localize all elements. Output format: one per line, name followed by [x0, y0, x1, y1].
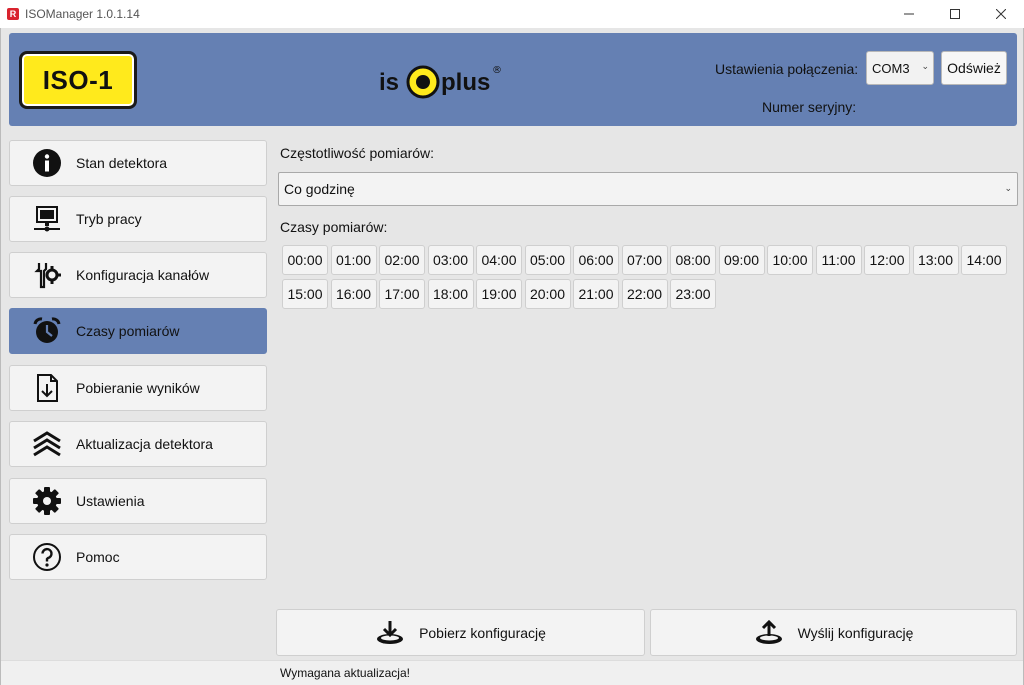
time-button[interactable]: 20:00 — [524, 279, 571, 309]
time-button[interactable]: 05:00 — [524, 245, 571, 275]
logo-right-text: plus — [441, 69, 490, 96]
sidebar-item-channel-config[interactable]: Konfiguracja kanałów — [9, 252, 267, 298]
logo-registered-mark: ® — [492, 65, 502, 76]
frequency-label: Częstotliwość pomiarów: — [280, 145, 435, 161]
header-panel: ISO-1 is plus ® Ustawienia połączenia: C… — [9, 33, 1017, 126]
time-button[interactable]: 10:00 — [767, 245, 813, 275]
time-button[interactable]: 08:00 — [670, 245, 716, 275]
chevron-down-icon: ⌄ — [1004, 183, 1012, 193]
chevrons-up-icon — [32, 429, 62, 459]
download-icon — [375, 620, 405, 646]
logo-left-text: is — [379, 69, 399, 96]
sidebar-item-help[interactable]: Pomoc — [9, 534, 267, 580]
time-button[interactable]: 22:00 — [621, 279, 668, 309]
sidebar-item-settings[interactable]: Ustawienia — [9, 478, 267, 524]
window-title: ISOManager 1.0.1.14 — [25, 7, 140, 21]
sidebar-item-detector-update[interactable]: Aktualizacja detektora — [9, 421, 267, 467]
info-icon — [32, 148, 62, 178]
maximize-icon — [950, 9, 960, 19]
device-badge: ISO-1 — [19, 51, 137, 109]
tools-icon — [32, 260, 62, 290]
sidebar-item-measurement-times[interactable]: Czasy pomiarów — [9, 308, 267, 354]
app-icon: R — [7, 8, 19, 20]
sidebar-item-label: Pobieranie wyników — [76, 380, 200, 396]
com-port-select[interactable]: COM3 ⌄ — [866, 51, 934, 85]
frequency-value: Co godzinę — [284, 181, 355, 197]
sidebar-item-label: Ustawienia — [76, 493, 145, 509]
title-bar: R ISOManager 1.0.1.14 — [0, 0, 1024, 28]
upload-icon — [754, 619, 784, 646]
time-button[interactable]: 07:00 — [621, 245, 668, 275]
time-button[interactable]: 11:00 — [815, 245, 862, 275]
download-config-button[interactable]: Pobierz konfigurację — [276, 609, 645, 656]
time-button[interactable]: 02:00 — [379, 245, 425, 275]
time-button[interactable]: 03:00 — [427, 245, 474, 275]
upload-config-label: Wyślij konfigurację — [797, 624, 914, 641]
sidebar-item-label: Konfiguracja kanałów — [76, 267, 210, 283]
logo-dot — [416, 75, 430, 89]
sidebar-item-label: Tryb pracy — [76, 211, 142, 227]
help-icon — [32, 542, 62, 572]
sidebar-item-label: Czasy pomiarów — [76, 323, 180, 339]
frequency-select[interactable]: Co godzinę ⌄ — [278, 172, 1018, 206]
sidebar-item-label: Stan detektora — [76, 155, 168, 171]
sidebar-item-work-mode[interactable]: Tryb pracy — [9, 196, 267, 242]
maximize-button[interactable] — [932, 0, 978, 28]
time-button[interactable]: 06:00 — [573, 245, 619, 275]
status-text: Wymagana aktualizacja! — [280, 666, 410, 680]
com-port-value: COM3 — [872, 60, 910, 76]
refresh-button[interactable]: Odśwież — [941, 51, 1007, 85]
sidebar-item-label: Pomoc — [76, 549, 120, 565]
time-button[interactable]: 04:00 — [476, 245, 522, 275]
sidebar-item-detector-status[interactable]: Stan detektora — [9, 140, 267, 186]
time-button[interactable]: 13:00 — [912, 245, 959, 275]
time-button[interactable]: 16:00 — [330, 279, 377, 309]
connection-settings-label: Ustawienia połączenia: — [715, 61, 859, 77]
minimize-button[interactable] — [886, 0, 932, 28]
time-button[interactable]: 23:00 — [670, 279, 716, 309]
time-button[interactable]: 21:00 — [573, 279, 619, 309]
time-button[interactable]: 00:00 — [282, 245, 328, 275]
time-button[interactable]: 12:00 — [864, 245, 910, 275]
sidebar-item-label: Aktualizacja detektora — [76, 436, 213, 452]
time-button[interactable]: 17:00 — [379, 279, 425, 309]
isoplus-logo: is plus ® — [379, 65, 502, 99]
minimize-icon — [904, 13, 914, 15]
status-bar: Wymagana aktualizacja! — [1, 660, 1023, 685]
computer-icon — [32, 204, 62, 234]
time-button[interactable]: 14:00 — [961, 245, 1007, 275]
serial-number-label: Numer seryjny: — [762, 99, 857, 115]
download-file-icon — [32, 373, 62, 403]
gear-icon — [32, 486, 62, 516]
measurement-times-label: Czasy pomiarów: — [280, 219, 388, 235]
close-icon — [996, 9, 1006, 19]
upload-config-button[interactable]: Wyślij konfigurację — [650, 609, 1017, 656]
time-button[interactable]: 15:00 — [282, 279, 328, 309]
time-button[interactable]: 01:00 — [330, 245, 377, 275]
time-button[interactable]: 18:00 — [427, 279, 474, 309]
download-config-label: Pobierz konfigurację — [419, 624, 546, 641]
time-button[interactable]: 19:00 — [476, 279, 522, 309]
chevron-down-icon: ⌄ — [921, 61, 929, 71]
client-area: ISO-1 is plus ® Ustawienia połączenia: C… — [0, 28, 1024, 685]
window-controls — [886, 0, 1024, 28]
alarm-clock-icon — [32, 316, 62, 346]
close-button[interactable] — [978, 0, 1024, 28]
time-button[interactable]: 09:00 — [718, 245, 765, 275]
sidebar-item-results-download[interactable]: Pobieranie wyników — [9, 365, 267, 411]
